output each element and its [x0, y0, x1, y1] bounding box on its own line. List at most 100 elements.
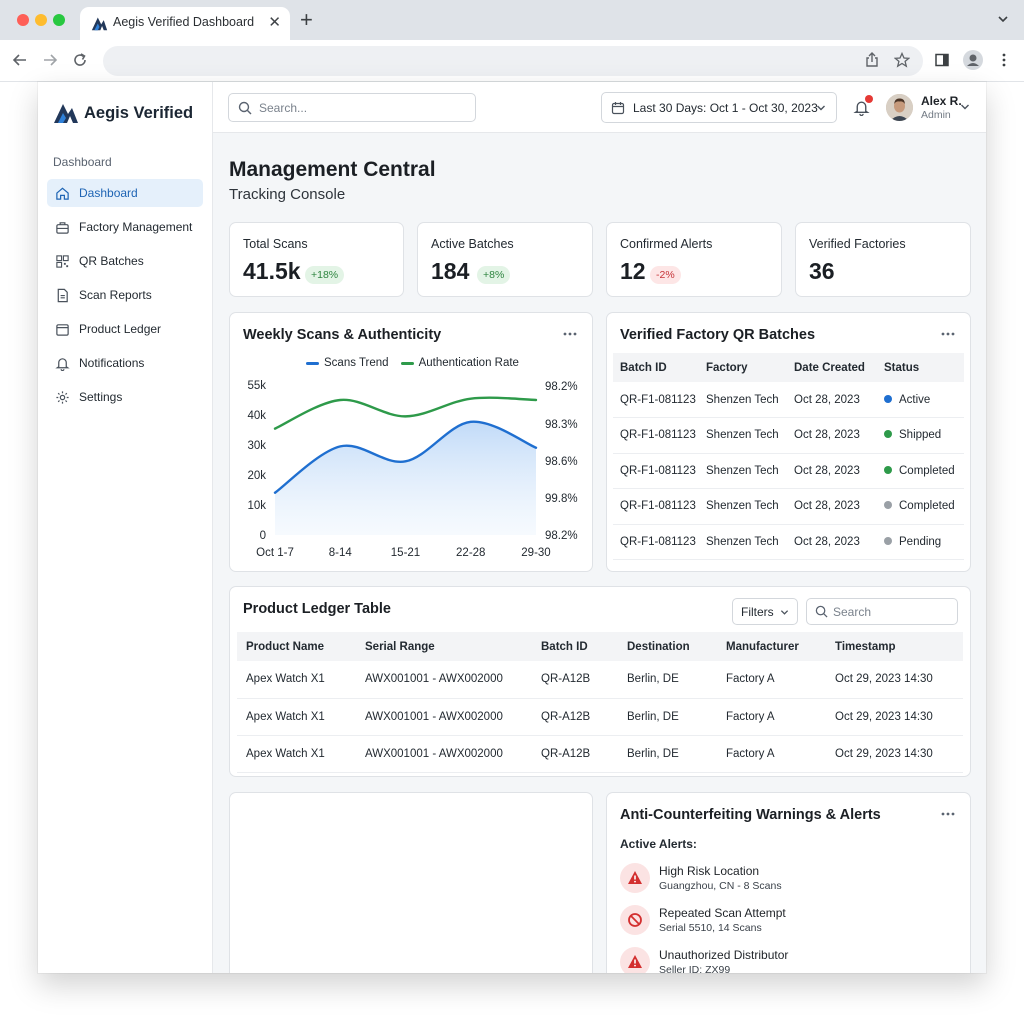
- product-ledger-table: Product Name Serial Range Batch ID Desti…: [237, 632, 963, 773]
- line-chart: 0 10k 20k 30k 40k 55k 98.2% 99.8% 98.6% 98.3% 98.2…: [247, 380, 577, 559]
- cell-status: Pending: [877, 524, 964, 560]
- table-row[interactable]: Apex Watch X1 AWX001001 - AWX002000 QR-A12…: [237, 661, 963, 699]
- y-axis-tick-label: 40k: [247, 410, 266, 422]
- table-row[interactable]: Apex Watch X1 AWX001001 - AWX002000 QR-A12…: [237, 698, 963, 736]
- column-header[interactable]: Date Created: [787, 353, 877, 382]
- column-header[interactable]: Manufacturer: [717, 632, 826, 661]
- cell-date: Oct 28, 2023: [787, 524, 877, 560]
- avatar[interactable]: [886, 94, 913, 121]
- ledger-search-field[interactable]: [806, 598, 958, 625]
- search-icon: [238, 101, 252, 115]
- address-bar[interactable]: [103, 46, 923, 76]
- table-row[interactable]: QR-F1-081123 Shenzen Tech Oct 28, 2023 Acti…: [613, 382, 964, 418]
- cell-product: Apex Watch X1: [237, 735, 356, 773]
- alerts-heading: Active Alerts:: [620, 837, 697, 851]
- stat-card-active-batches[interactable]: Active Batches 184 +8%: [417, 222, 593, 297]
- top-bar: Last 30 Days: Oct 1 - Oct 30, 2023 Alex …: [213, 82, 986, 133]
- new-tab-button[interactable]: +: [300, 7, 313, 33]
- bookmark-star-icon[interactable]: [894, 52, 910, 68]
- search-input[interactable]: [259, 99, 459, 117]
- sidebar-item-notifications[interactable]: Notifications: [47, 349, 203, 377]
- table-row[interactable]: Apex Watch X1 AWX001001 - AWX002000 QR-A12…: [237, 735, 963, 773]
- stat-value: 184: [431, 258, 470, 284]
- table-row[interactable]: QR-F1-081123 Shenzen Tech Oct 28, 2023 Pend…: [613, 524, 964, 560]
- stat-card-confirmed-alerts[interactable]: Confirmed Alerts 12 -2%: [606, 222, 782, 297]
- column-header[interactable]: Batch ID: [532, 632, 618, 661]
- status-dot-icon: [884, 430, 892, 439]
- table-row[interactable]: QR-F1-081123 Shenzen Tech Oct 28, 2023 Ship…: [613, 417, 964, 454]
- cell-date: Oct 28, 2023: [787, 417, 877, 454]
- sidebar-item-label: Settings: [79, 390, 123, 404]
- cell-batch: QR-F1-081123: [613, 524, 699, 560]
- reload-icon[interactable]: [71, 51, 89, 69]
- browser-tab[interactable]: Aegis Verified Dashboard ✕: [80, 7, 290, 40]
- user-menu-chevron-icon[interactable]: [960, 102, 970, 112]
- sidebar-item-dashboard[interactable]: Dashboard: [47, 179, 203, 207]
- stat-change-badge: -2%: [650, 266, 681, 284]
- sidebar-item-settings[interactable]: Settings: [47, 383, 203, 411]
- warning-triangle-icon: [620, 947, 650, 973]
- ledger-search-input[interactable]: [833, 604, 951, 620]
- back-arrow-icon[interactable]: [11, 51, 29, 69]
- cell-factory: Shenzen Tech: [699, 382, 787, 418]
- cell-status: Completed: [877, 453, 964, 489]
- cell-serial: AWX001001 - AWX002000: [356, 735, 532, 773]
- qr-icon: [56, 254, 69, 268]
- tab-close-icon[interactable]: ✕: [268, 13, 281, 31]
- date-range-selector[interactable]: Last 30 Days: Oct 1 - Oct 30, 2023: [601, 92, 837, 123]
- column-header[interactable]: Factory: [699, 353, 787, 382]
- table-row[interactable]: QR-F1-081123 Shenzen Tech Oct 28, 2023 Comp…: [613, 453, 964, 489]
- browser-menu-icon[interactable]: [996, 52, 1012, 68]
- y-axis-tick-label: 20k: [247, 470, 266, 482]
- stat-card-total-scans[interactable]: Total Scans 41.5k +18%: [229, 222, 404, 297]
- aegis-logo-icon: [91, 17, 108, 31]
- column-header[interactable]: Batch ID: [613, 353, 699, 382]
- column-header[interactable]: Serial Range: [356, 632, 532, 661]
- table-row[interactable]: QR-F1-081123 Shenzen Tech Oct 28, 2023 Comp…: [613, 488, 964, 525]
- tab-list-chevron-icon[interactable]: [996, 12, 1010, 26]
- date-range-label: Last 30 Days: Oct 1 - Oct 30, 2023: [633, 100, 818, 115]
- window-minimize-button[interactable]: [35, 14, 47, 26]
- window-maximize-button[interactable]: [53, 14, 65, 26]
- x-axis-tick-label: 8-14: [329, 547, 353, 559]
- blocked-icon: [620, 905, 650, 935]
- alert-title: Unauthorized Distributor: [659, 948, 789, 962]
- column-header[interactable]: Timestamp: [826, 632, 963, 661]
- window-close-button[interactable]: [17, 14, 29, 26]
- search-field[interactable]: [228, 93, 476, 122]
- sidebar-item-scan-reports[interactable]: Scan Reports: [47, 281, 203, 309]
- column-header[interactable]: Status: [877, 353, 964, 382]
- stat-value: 41.5k: [243, 258, 301, 284]
- ledger-icon: [56, 323, 69, 336]
- brand[interactable]: Aegis Verified: [53, 100, 193, 126]
- sidebar-item-factory-management[interactable]: Factory Management: [47, 213, 203, 241]
- stat-card-verified-factories[interactable]: Verified Factories 36: [795, 222, 971, 297]
- share-icon[interactable]: [864, 52, 880, 68]
- cell-status: Active: [877, 382, 964, 418]
- column-header[interactable]: Product Name: [237, 632, 356, 661]
- qr-batches-title: Verified Factory QR Batches: [620, 327, 816, 343]
- more-options-icon[interactable]: [940, 331, 956, 337]
- table-header-row: Batch ID Factory Date Created Status: [613, 353, 964, 382]
- alert-subtitle: Guangzhou, CN - 8 Scans: [659, 880, 782, 892]
- user-photo-icon: [886, 94, 913, 121]
- cell-batch: QR-A12B: [532, 698, 618, 736]
- browser-tab-strip: Aegis Verified Dashboard ✕ +: [0, 0, 1024, 40]
- sidebar: Aegis Verified Dashboard Dashboard Facto…: [38, 82, 213, 973]
- column-header[interactable]: Destination: [618, 632, 717, 661]
- forward-arrow-icon[interactable]: [41, 51, 59, 69]
- cell-factory: Shenzen Tech: [699, 488, 787, 525]
- stat-change-badge: +18%: [305, 266, 345, 284]
- side-panel-icon[interactable]: [934, 52, 950, 68]
- cell-timestamp: Oct 29, 2023 14:30: [826, 661, 963, 699]
- sidebar-item-qr-batches[interactable]: QR Batches: [47, 247, 203, 275]
- aegis-logo-icon: [54, 104, 78, 123]
- profile-icon[interactable]: [963, 50, 983, 70]
- search-icon: [815, 605, 828, 618]
- tab-title: Aegis Verified Dashboard: [113, 15, 255, 29]
- more-options-icon[interactable]: [940, 811, 956, 817]
- filters-button[interactable]: Filters: [732, 598, 798, 625]
- cell-batch: QR-A12B: [532, 661, 618, 699]
- sidebar-item-product-ledger[interactable]: Product Ledger: [47, 315, 203, 343]
- cell-serial: AWX001001 - AWX002000: [356, 698, 532, 736]
